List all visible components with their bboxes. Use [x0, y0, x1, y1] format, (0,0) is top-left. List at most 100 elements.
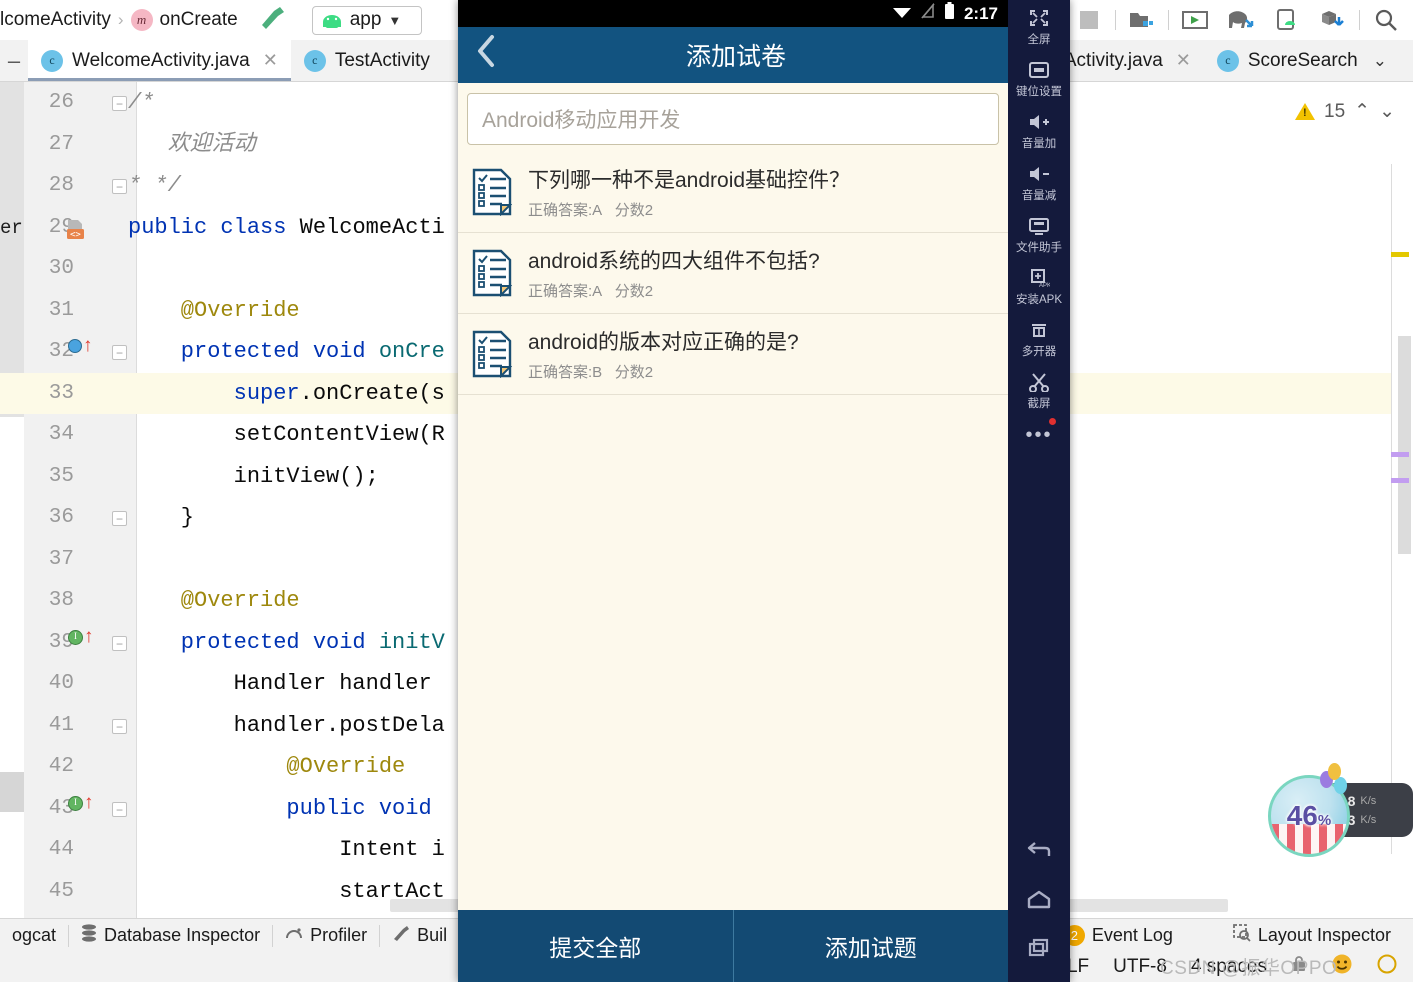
build-hammer-icon[interactable] [258, 5, 288, 36]
gutter-implements-marker-icon[interactable]: I ↑ [68, 627, 94, 646]
side-more-button[interactable]: ••• [1008, 416, 1070, 447]
status-indent[interactable]: 4 spaces [1191, 956, 1267, 978]
line-number: 42 [48, 755, 74, 778]
code-text: @Override [128, 754, 406, 779]
question-list-item[interactable]: 下列哪一种不是android基础控件？ 正确答案:A 分数2 [458, 152, 1008, 233]
code-fold-toggle[interactable]: − [112, 345, 127, 360]
status-smiley-icon[interactable] [1331, 953, 1353, 981]
file-assistant-icon [1028, 215, 1050, 237]
status-line-separator[interactable]: LF [1067, 956, 1089, 978]
java-class-icon: c [41, 49, 63, 72]
marker-occurrence[interactable] [1391, 452, 1409, 457]
tab-scoresearch[interactable]: c ScoreSearch ⌄ [1203, 40, 1400, 81]
tab-activity[interactable]: Activity.java ✕ [1050, 40, 1204, 81]
app-bar: 添加试卷 [458, 27, 1008, 83]
nav-home-button[interactable] [1008, 876, 1070, 924]
code-text: } [128, 505, 195, 530]
gutter-class-marker-icon[interactable]: <> [64, 217, 96, 241]
tab-testactivity[interactable]: c TestActivity [290, 40, 443, 81]
horizontal-scrollbar-secondary[interactable] [1068, 899, 1228, 912]
marker-occurrence[interactable] [1391, 478, 1409, 483]
side-file-assistant[interactable]: 文件助手 [1008, 208, 1070, 260]
gutter-implements-marker-icon[interactable]: I ↑ [68, 793, 94, 812]
side-fullscreen[interactable]: 全屏 [1008, 0, 1070, 52]
code-text: 欢迎活动 [128, 131, 256, 157]
editor-scrollbar-thumb[interactable] [1398, 336, 1411, 554]
tool-label: ogcat [12, 925, 57, 945]
line-number: 35 [48, 464, 74, 488]
code-text: super.onCreate(s [128, 380, 445, 406]
side-volume-down[interactable]: 音量减 [1008, 156, 1070, 208]
project-structure-icon[interactable] [1119, 0, 1165, 40]
line-number: 27 [48, 132, 74, 156]
add-question-button[interactable]: 添加试题 [732, 910, 1009, 982]
code-fold-toggle[interactable]: − [112, 718, 127, 734]
question-list-item[interactable]: android系统的四大组件不包括? 正确答案:A 分数2 [458, 233, 1008, 314]
sdk-download-icon[interactable] [1310, 0, 1356, 40]
device-manager-icon[interactable] [1264, 0, 1310, 40]
toolbar-divider [1168, 10, 1169, 30]
status-notification-icon[interactable] [1377, 954, 1397, 980]
nav-back-button[interactable] [1008, 828, 1070, 876]
code-text: initView(); [128, 463, 379, 489]
breadcrumb[interactable]: lcomeActivity › m onCreate [0, 9, 238, 31]
prev-problem-icon[interactable]: ⌃ [1354, 100, 1370, 123]
tool-logcat[interactable]: ogcat [0, 919, 68, 952]
tool-event-log[interactable]: 2 Event Log [1052, 919, 1185, 952]
database-icon [81, 924, 97, 947]
side-volume-up[interactable]: 音量加 [1008, 104, 1070, 156]
network-speed-widget[interactable]: ⬆ 2.8 K/s ⬇ 0.3 K/s 46% [1268, 763, 1413, 857]
inspection-widget[interactable]: 15 ⌃ ⌄ [1295, 100, 1395, 123]
side-install-apk[interactable]: APK 安装APK [1008, 260, 1070, 312]
search-icon[interactable] [1363, 0, 1409, 40]
line-number: 32 [48, 340, 74, 363]
gradle-elephant-icon[interactable] [1218, 0, 1264, 40]
tool-label: Buil [417, 925, 448, 945]
tool-layout-inspector[interactable]: Layout Inspector [1221, 919, 1403, 952]
code-fold-toggle[interactable]: − [112, 511, 127, 526]
side-screenshot[interactable]: 截屏 [1008, 364, 1070, 416]
tool-database-inspector[interactable]: Database Inspector [69, 919, 272, 952]
tool-build[interactable]: Buil [380, 919, 459, 952]
stop-icon[interactable] [1066, 0, 1112, 40]
nav-recents-button[interactable] [1008, 924, 1070, 972]
code-fold-toggle[interactable]: − [112, 635, 127, 651]
emulator-window[interactable]: 2:17 添加试卷 Android移动应用开发 下列哪一种不是android基础… [458, 0, 1070, 982]
breadcrumb-method[interactable]: onCreate [160, 9, 238, 31]
ide-toolbar-right [1066, 0, 1409, 40]
submit-all-button[interactable]: 提交全部 [458, 910, 733, 982]
paper-name-input[interactable]: Android移动应用开发 [467, 93, 999, 145]
chevron-down-icon[interactable]: ⌄ [1373, 51, 1387, 71]
collapse-icon[interactable]: – [0, 40, 28, 81]
close-icon[interactable]: ✕ [1176, 50, 1191, 71]
code-text: @Override [128, 588, 300, 613]
close-icon[interactable]: ✕ [263, 50, 278, 71]
tool-profiler[interactable]: Profiler [273, 919, 379, 952]
action-bar: 提交全部 添加试题 [458, 910, 1008, 982]
gutter-override-marker-icon[interactable]: ↑ [68, 336, 93, 355]
emulator-screen[interactable]: 2:17 添加试卷 Android移动应用开发 下列哪一种不是android基础… [458, 0, 1008, 982]
line-number: 31 [48, 298, 74, 322]
question-list-item[interactable]: android的版本对应正确的是? 正确答案:B 分数2 [458, 314, 1008, 395]
profiler-icon [285, 925, 303, 946]
breadcrumb-class[interactable]: lcomeActivity [0, 9, 111, 31]
code-fold-toggle[interactable]: − [112, 179, 127, 194]
run-configuration-selector[interactable]: app ▼ [311, 5, 422, 35]
tab-welcomeactivity[interactable]: c WelcomeActivity.java ✕ [28, 40, 291, 81]
analysis-marker-column[interactable] [1391, 164, 1413, 854]
run-icon[interactable] [1172, 0, 1218, 40]
status-lock-icon[interactable] [1291, 955, 1307, 979]
code-fold-toggle[interactable]: − [112, 801, 127, 817]
upload-unit: K/s [1360, 794, 1377, 807]
back-arrow-icon[interactable] [458, 34, 514, 76]
line-number: 33 [48, 381, 74, 405]
next-problem-icon[interactable]: ⌄ [1379, 100, 1395, 123]
question-score: 分数2 [614, 283, 654, 300]
status-encoding[interactable]: UTF-8 [1113, 956, 1167, 978]
question-list[interactable]: 下列哪一种不是android基础控件？ 正确答案:A 分数2 android系统的四… [458, 152, 1008, 910]
side-multi-instance[interactable]: 多开器 [1008, 312, 1070, 364]
marker-warning[interactable] [1391, 252, 1409, 257]
chevron-down-icon[interactable]: ▼ [388, 13, 401, 28]
side-keymap[interactable]: 键位设置 [1008, 52, 1070, 104]
code-fold-toggle[interactable]: − [112, 96, 127, 111]
